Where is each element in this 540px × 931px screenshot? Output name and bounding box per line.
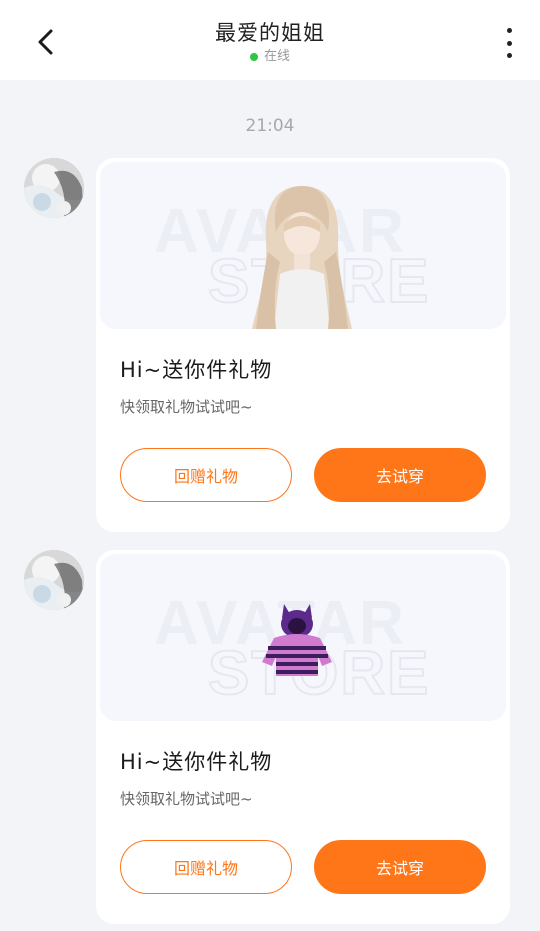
gift-title: Hi~送你件礼物 <box>120 358 273 382</box>
top-bar: 最爱的姐姐 在线 <box>0 0 540 80</box>
gift-subtitle: 快领取礼物试试吧~ <box>120 790 253 808</box>
gift-card: AVATAR STORE Hi~送你件礼物 快领取礼物试试吧~ 回赠礼物 去试穿 <box>96 550 510 924</box>
return-gift-button[interactable]: 回赠礼物 <box>120 840 292 894</box>
back-button[interactable] <box>28 24 64 60</box>
more-dot <box>506 40 512 46</box>
gift-card: AVATAR STORE Hi~送你件礼物 快领取礼物试试吧~ 回赠礼物 去试穿 <box>96 158 510 532</box>
avatar[interactable] <box>24 550 84 610</box>
try-on-button[interactable]: 去试穿 <box>314 840 486 894</box>
avatar-image <box>24 158 84 218</box>
online-dot-icon <box>249 53 258 61</box>
gift-preview[interactable]: AVATAR STORE <box>100 162 506 329</box>
blonde-wig-icon <box>252 186 352 329</box>
gift-title: Hi~送你件礼物 <box>120 750 273 774</box>
try-on-button[interactable]: 去试穿 <box>314 448 486 502</box>
more-dot <box>506 53 512 58</box>
chat-title: 最爱的姐姐 <box>215 21 325 45</box>
more-vertical-icon <box>506 28 512 33</box>
avatar[interactable] <box>24 158 84 218</box>
gift-subtitle: 快领取礼物试试吧~ <box>120 398 253 416</box>
online-status: 在线 <box>120 49 420 65</box>
return-gift-button[interactable]: 回赠礼物 <box>120 448 292 502</box>
message-timestamp: 21:04 <box>245 116 295 136</box>
gift-preview[interactable]: AVATAR STORE <box>100 554 506 721</box>
chevron-left-icon <box>38 29 53 55</box>
striped-hoodie-icon <box>262 604 332 676</box>
chat-title-area: 最爱的姐姐 在线 <box>120 18 420 65</box>
avatar-image <box>24 550 84 610</box>
more-options-button[interactable] <box>500 28 518 58</box>
online-status-label: 在线 <box>263 49 290 64</box>
